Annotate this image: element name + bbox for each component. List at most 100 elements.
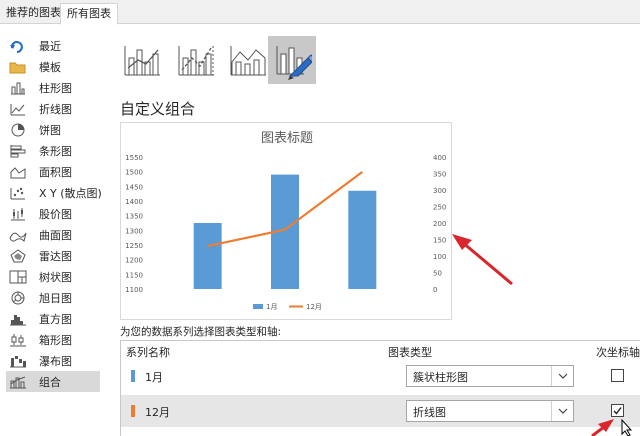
sidebar-item-label: 曲面图 (39, 228, 72, 242)
secondary-axis-tick-label: 50 (433, 270, 442, 278)
clustered-column-line-secondary-icon (178, 46, 214, 76)
stacked-area-column-icon (230, 46, 266, 76)
table-row: 1月 簇状柱形图 (121, 360, 640, 392)
scatter-chart-icon (9, 186, 27, 200)
line-chart-icon (9, 102, 27, 116)
column-chart-icon (9, 81, 27, 95)
red-arrow-icon (452, 234, 513, 286)
chart-type-select[interactable]: 簇状柱形图 (406, 365, 574, 387)
sidebar-item-area-chart[interactable]: 面积图 (6, 161, 100, 182)
histogram-chart-icon (9, 312, 27, 326)
sidebar-item-scatter-chart[interactable]: X Y (散点图) (6, 182, 102, 203)
sidebar-item-label: 柱形图 (39, 81, 72, 95)
sidebar-item-label: 箱形图 (39, 333, 72, 347)
series-name: 1月 (145, 371, 163, 384)
tab-recommended-charts[interactable]: 推荐的图表 (0, 3, 67, 24)
checkmark-icon (613, 407, 622, 415)
primary-axis-tick-label: 1450 (125, 183, 143, 191)
primary-axis-tick-label: 1400 (125, 198, 143, 206)
sidebar-item-label: 最近 (39, 39, 61, 53)
sidebar-item-label: 树状图 (39, 270, 72, 284)
custom-combo-icon (276, 46, 312, 80)
sidebar-item-label: 饼图 (39, 123, 61, 137)
header-series-name: 系列名称 (126, 346, 170, 359)
sidebar-item-label: 瀑布图 (39, 354, 72, 368)
stock-chart-icon (9, 207, 27, 221)
clustered-column-line-icon (124, 46, 160, 76)
combo-chart: 图表标题110011501200125013001350140014501500… (125, 131, 446, 311)
sidebar-item-recent[interactable]: 最近 (6, 35, 100, 56)
chart-preview: 图表标题 1100 1150 1200 1250 1300 1350 1400 1450 1500… (120, 122, 452, 320)
sunburst-chart-icon (9, 291, 27, 305)
waterfall-chart-icon (9, 354, 27, 368)
primary-axis-tick-label: 1150 (125, 271, 143, 279)
surface-chart-icon (9, 228, 27, 242)
folder-icon (9, 60, 27, 74)
sidebar-item-combo-chart[interactable]: 组合 (6, 371, 100, 392)
boxplot-chart-icon (9, 333, 27, 347)
subtype-custom-combo[interactable] (268, 36, 316, 84)
secondary-axis-tick-label: 300 (433, 187, 446, 195)
primary-axis-tick-label: 1100 (125, 286, 143, 294)
sidebar-item-column-chart[interactable]: 柱形图 (6, 77, 100, 98)
section-title: 自定义组合 (120, 100, 196, 118)
pie-chart-icon (9, 123, 27, 137)
sidebar-item-surface-chart[interactable]: 曲面图 (6, 224, 100, 245)
bar-chart-icon (9, 144, 27, 158)
chart-type-sidebar: 最近模板柱形图折线图饼图条形图面积图 X Y (散点图) 股价图曲面图雷达图树状图旭… (0, 30, 105, 436)
secondary-axis-tick-label: 350 (433, 171, 446, 179)
sidebar-item-folder[interactable]: 模板 (6, 56, 100, 77)
sidebar-item-label: X Y (散点图) (39, 186, 102, 200)
primary-axis-tick-label: 1300 (125, 227, 143, 235)
primary-axis-tick-label: 1200 (125, 257, 143, 265)
sidebar-item-pie-chart[interactable]: 饼图 (6, 119, 100, 140)
radar-chart-icon (9, 248, 27, 263)
sidebar-item-radar-chart[interactable]: 雷达图 (6, 245, 100, 266)
sidebar-item-histogram-chart[interactable]: 直方图 (6, 308, 100, 329)
secondary-axis-tick-label: 0 (433, 286, 437, 294)
secondary-axis-checkbox[interactable] (611, 369, 624, 382)
primary-axis-tick-label: 1500 (125, 169, 143, 177)
sidebar-item-label: 直方图 (39, 312, 72, 326)
secondary-axis-tick-label: 100 (433, 253, 446, 261)
chart-title: 图表标题 (261, 131, 313, 146)
combo-chart-icon (9, 375, 27, 389)
legend-label: 12月 (306, 303, 322, 311)
tab-all-charts[interactable]: 所有图表 (60, 3, 118, 25)
chevron-down-icon[interactable] (551, 401, 573, 421)
secondary-axis-checkbox[interactable] (611, 404, 624, 417)
treemap-chart-icon (9, 270, 27, 284)
series-prompt: 为您的数据系列选择图表类型和轴: (120, 326, 282, 338)
series-name: 12月 (145, 406, 170, 419)
sidebar-item-label: 面积图 (39, 165, 72, 179)
chevron-down-icon[interactable] (551, 366, 573, 386)
legend-swatch-1月 (253, 304, 263, 309)
series-color-swatch (131, 370, 135, 382)
recent-icon (9, 39, 27, 53)
sidebar-item-line-chart[interactable]: 折线图 (6, 98, 100, 119)
sidebar-item-label: 条形图 (39, 144, 72, 158)
subtype-clustered-column-line[interactable] (118, 36, 166, 84)
secondary-axis-tick-label: 150 (433, 237, 446, 245)
primary-axis-tick-label: 1550 (125, 154, 143, 162)
sidebar-item-label: 旭日图 (39, 291, 72, 305)
table-row: 12月 折线图 (121, 395, 640, 427)
header-secondary-axis: 次坐标轴 (596, 346, 640, 359)
sidebar-item-boxplot-chart[interactable]: 箱形图 (6, 329, 100, 350)
sidebar-item-label: 模板 (39, 60, 61, 74)
sidebar-item-label: 组合 (39, 375, 61, 389)
sidebar-item-sunburst-chart[interactable]: 旭日图 (6, 287, 100, 308)
sidebar-item-waterfall-chart[interactable]: 瀑布图 (6, 350, 100, 371)
header-chart-type: 图表类型 (388, 346, 432, 359)
primary-axis-tick-label: 1250 (125, 242, 143, 250)
subtype-clustered-column-line-secondary[interactable] (172, 36, 220, 84)
subtype-stacked-area-column[interactable] (224, 36, 272, 84)
sidebar-item-bar-chart[interactable]: 条形图 (6, 140, 100, 161)
tab-bar: 推荐的图表 所有图表 (0, 0, 640, 25)
secondary-axis-tick-label: 200 (433, 220, 446, 228)
sidebar-item-stock-chart[interactable]: 股价图 (6, 203, 100, 224)
series-color-swatch (131, 405, 135, 417)
sidebar-item-treemap-chart[interactable]: 树状图 (6, 266, 100, 287)
chart-type-value: 折线图 (413, 406, 446, 419)
chart-type-select[interactable]: 折线图 (406, 400, 574, 422)
